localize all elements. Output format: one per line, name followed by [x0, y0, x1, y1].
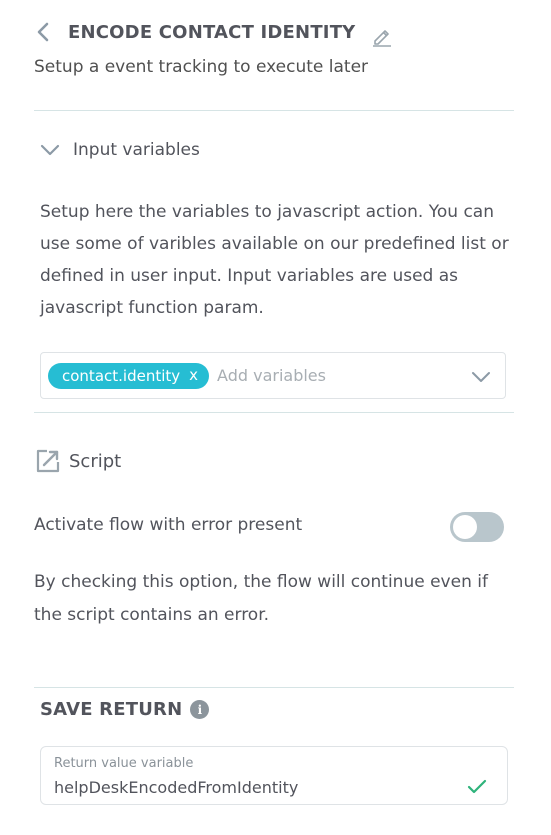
return-value-label: Return value variable	[54, 756, 194, 771]
divider	[34, 110, 514, 111]
toggle-knob	[453, 515, 477, 539]
header-row: ENCODE CONTACT IDENTITY	[34, 18, 514, 47]
back-icon[interactable]	[36, 22, 54, 42]
error-flow-help: By checking this option, the flow will c…	[34, 572, 488, 625]
input-variables-toggle[interactable]: Input variables	[40, 140, 200, 160]
chevron-down-icon[interactable]	[471, 369, 491, 383]
input-variables-label: Input variables	[73, 140, 200, 160]
check-icon	[467, 779, 487, 795]
return-value-field[interactable]: Return value variable	[40, 746, 508, 805]
variable-chip-label: contact.identity	[62, 366, 181, 385]
variable-chip: contact.identity x	[48, 362, 210, 389]
remove-variable-button[interactable]: x	[189, 368, 198, 383]
error-flow-row: Activate flow with error present	[34, 512, 506, 542]
info-icon[interactable]: i	[190, 700, 210, 719]
error-flow-toggle[interactable]	[450, 512, 504, 542]
script-label: Script	[69, 450, 122, 472]
add-variables-input[interactable]	[217, 366, 438, 385]
divider	[34, 412, 514, 413]
external-link-icon	[36, 449, 60, 473]
action-settings-panel: ENCODE CONTACT IDENTITY Setup a event tr…	[0, 0, 551, 835]
variables-select[interactable]: contact.identity x	[40, 352, 506, 399]
page-subtitle: Setup a event tracking to execute later	[34, 57, 369, 77]
input-variables-description: Setup here the variables to javascript a…	[40, 202, 509, 318]
script-link[interactable]: Script	[36, 449, 121, 473]
header: ENCODE CONTACT IDENTITY Setup a event tr…	[34, 18, 514, 77]
divider	[34, 687, 514, 688]
page-title: ENCODE CONTACT IDENTITY	[68, 21, 356, 43]
save-return-title: SAVE RETURN	[40, 699, 183, 720]
error-flow-label: Activate flow with error present	[34, 515, 303, 535]
pencil-icon[interactable]	[371, 25, 393, 47]
chevron-down-icon	[40, 142, 60, 158]
save-return-heading: SAVE RETURN i	[40, 699, 210, 720]
return-value-input[interactable]	[54, 778, 444, 797]
